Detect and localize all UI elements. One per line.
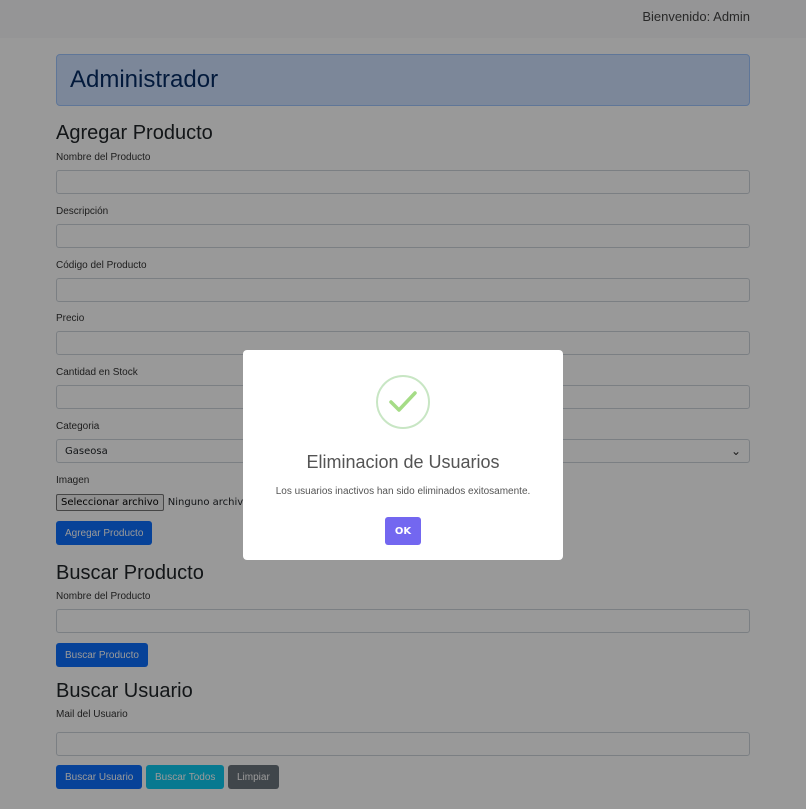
alert-dialog: Eliminacion de Usuarios Los usuarios ina… — [243, 350, 563, 560]
ok-button[interactable]: OK — [385, 517, 421, 545]
dialog-title: Eliminacion de Usuarios — [306, 452, 500, 472]
dialog-message: Los usuarios inactivos han sido eliminad… — [275, 486, 531, 497]
success-check-icon — [376, 375, 430, 429]
